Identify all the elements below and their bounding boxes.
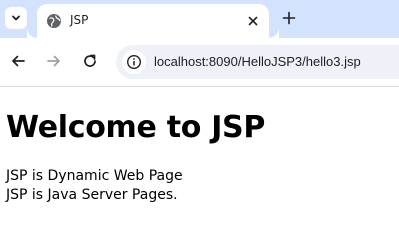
new-tab-button[interactable] <box>281 10 297 26</box>
tab-search-button[interactable] <box>5 7 27 29</box>
site-info-icon <box>126 54 142 70</box>
text-line: JSP is Dynamic Web Page <box>6 168 183 184</box>
reload-button[interactable] <box>81 52 99 70</box>
site-info-button[interactable] <box>122 50 146 74</box>
tab-strip: JSP <box>0 0 399 38</box>
browser-tab[interactable]: JSP <box>37 4 279 38</box>
globe-icon <box>47 14 61 28</box>
arrow-left-icon <box>12 55 25 67</box>
page-heading: Welcome to JSP <box>6 110 266 145</box>
text-lines: JSP is Dynamic Web Page JSP is Java Serv… <box>6 167 265 205</box>
forward-button[interactable] <box>45 52 63 70</box>
chevron-down-icon <box>12 15 20 21</box>
page-content: Welcome to JSP JSP is Dynamic Web Page J… <box>6 110 265 205</box>
browser-toolbar: localhost:8090/HelloJSP3/hello3.jsp <box>0 38 399 87</box>
address-bar[interactable]: localhost:8090/HelloJSP3/hello3.jsp <box>116 45 399 79</box>
back-button[interactable] <box>9 52 27 70</box>
url-text[interactable]: localhost:8090/HelloJSP3/hello3.jsp <box>154 54 361 69</box>
tab-title: JSP <box>70 13 89 27</box>
close-icon <box>248 16 258 26</box>
reload-icon <box>84 54 96 67</box>
arrow-right-icon <box>47 55 60 67</box>
tab-close-button[interactable] <box>245 13 261 29</box>
plus-icon <box>282 11 296 25</box>
text-line: JSP is Java Server Pages. <box>6 187 178 203</box>
